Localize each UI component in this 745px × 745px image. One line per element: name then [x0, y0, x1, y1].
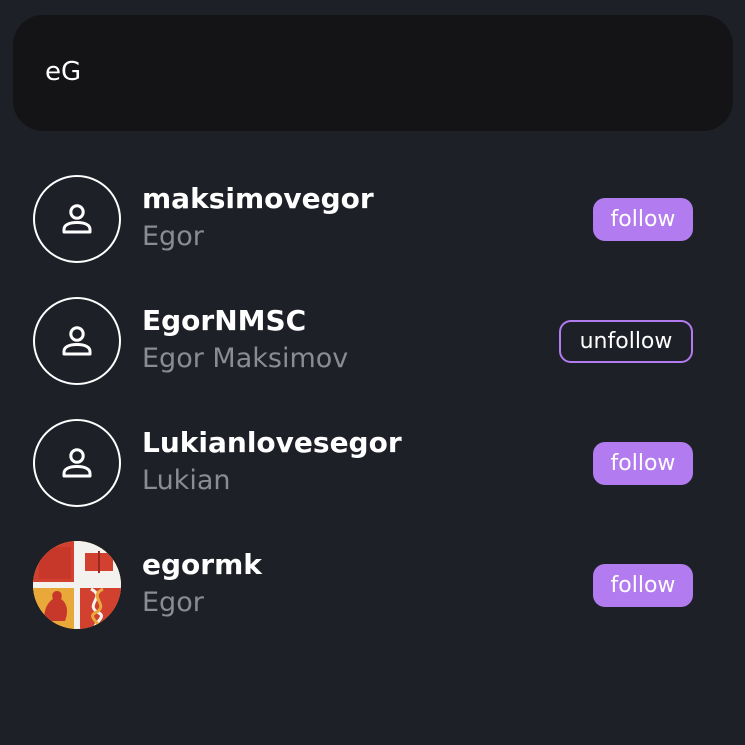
coat-of-arms-photo: [33, 541, 121, 629]
avatar: [33, 541, 121, 629]
list-item[interactable]: maksimovegor Egor follow: [0, 153, 745, 275]
follow-button[interactable]: follow: [593, 564, 693, 607]
search-bar[interactable]: [13, 15, 733, 131]
username: egormk: [142, 548, 262, 581]
follow-button[interactable]: follow: [593, 442, 693, 485]
search-input[interactable]: [45, 56, 685, 87]
display-name: Egor: [142, 587, 204, 618]
list-item[interactable]: egormk Egor follow: [0, 519, 745, 641]
user-search-screen: maksimovegor Egor follow EgorNMSC Egor M…: [0, 0, 745, 745]
person-icon: [62, 448, 92, 478]
display-name: Egor: [142, 221, 204, 252]
list-item[interactable]: EgorNMSC Egor Maksimov unfollow: [0, 275, 745, 397]
username: EgorNMSC: [142, 304, 307, 337]
avatar: [33, 297, 121, 385]
username: Lukianlovesegor: [142, 426, 402, 459]
username: maksimovegor: [142, 182, 374, 215]
unfollow-button[interactable]: unfollow: [559, 320, 693, 363]
person-icon: [62, 326, 92, 356]
display-name: Lukian: [142, 465, 231, 496]
person-icon: [62, 204, 92, 234]
follow-button[interactable]: follow: [593, 198, 693, 241]
list-item[interactable]: Lukianlovesegor Lukian follow: [0, 397, 745, 519]
display-name: Egor Maksimov: [142, 343, 349, 374]
avatar: [33, 419, 121, 507]
avatar: [33, 175, 121, 263]
search-results-list: maksimovegor Egor follow EgorNMSC Egor M…: [0, 153, 745, 641]
